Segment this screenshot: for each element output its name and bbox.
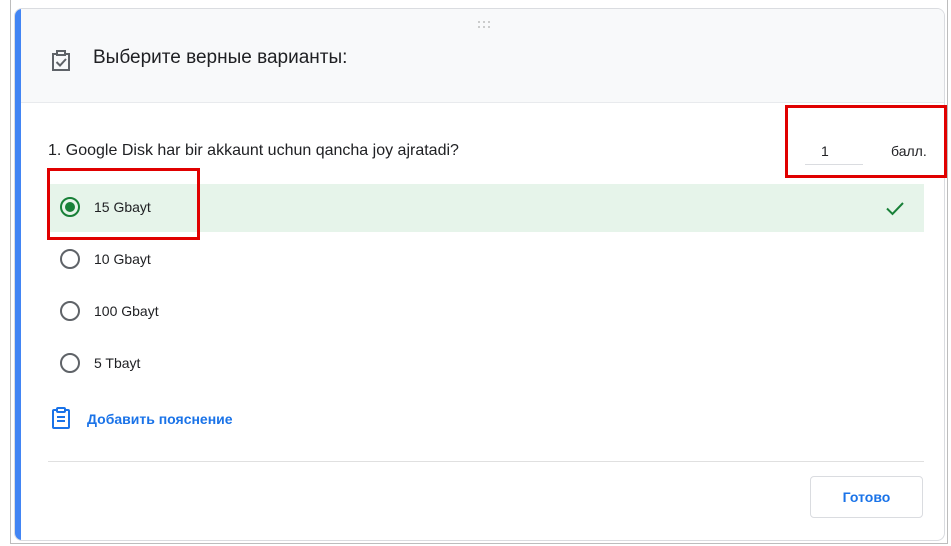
radio-button[interactable] bbox=[60, 353, 80, 373]
option-label: 100 Gbayt bbox=[94, 303, 159, 319]
radio-button[interactable] bbox=[60, 249, 80, 269]
drag-handle-icon[interactable] bbox=[478, 21, 492, 29]
done-button[interactable]: Готово bbox=[810, 476, 923, 518]
correct-check-icon bbox=[886, 202, 904, 216]
clipboard-icon bbox=[52, 407, 70, 429]
checkbox-checked-icon bbox=[52, 50, 70, 71]
answer-option[interactable]: 10 Gbayt bbox=[48, 236, 924, 284]
annotation-highlight-points bbox=[785, 105, 947, 178]
question-text: 1. Google Disk har bir akkaunt uchun qan… bbox=[48, 142, 459, 159]
radio-button[interactable] bbox=[60, 301, 80, 321]
option-label: 10 Gbayt bbox=[94, 251, 151, 267]
add-feedback-label: Добавить пояснение bbox=[87, 411, 233, 427]
divider bbox=[48, 461, 924, 462]
section-title: Выберите верные варианты: bbox=[93, 47, 348, 68]
answer-option[interactable]: 5 Tbayt bbox=[48, 340, 924, 388]
question-card: Выберите верные варианты: 1. Google Disk… bbox=[14, 8, 945, 541]
option-label: 5 Tbayt bbox=[94, 355, 141, 371]
card-header: Выберите верные варианты: bbox=[21, 9, 944, 103]
answer-option[interactable]: 100 Gbayt bbox=[48, 288, 924, 336]
annotation-highlight-answer bbox=[47, 168, 200, 240]
